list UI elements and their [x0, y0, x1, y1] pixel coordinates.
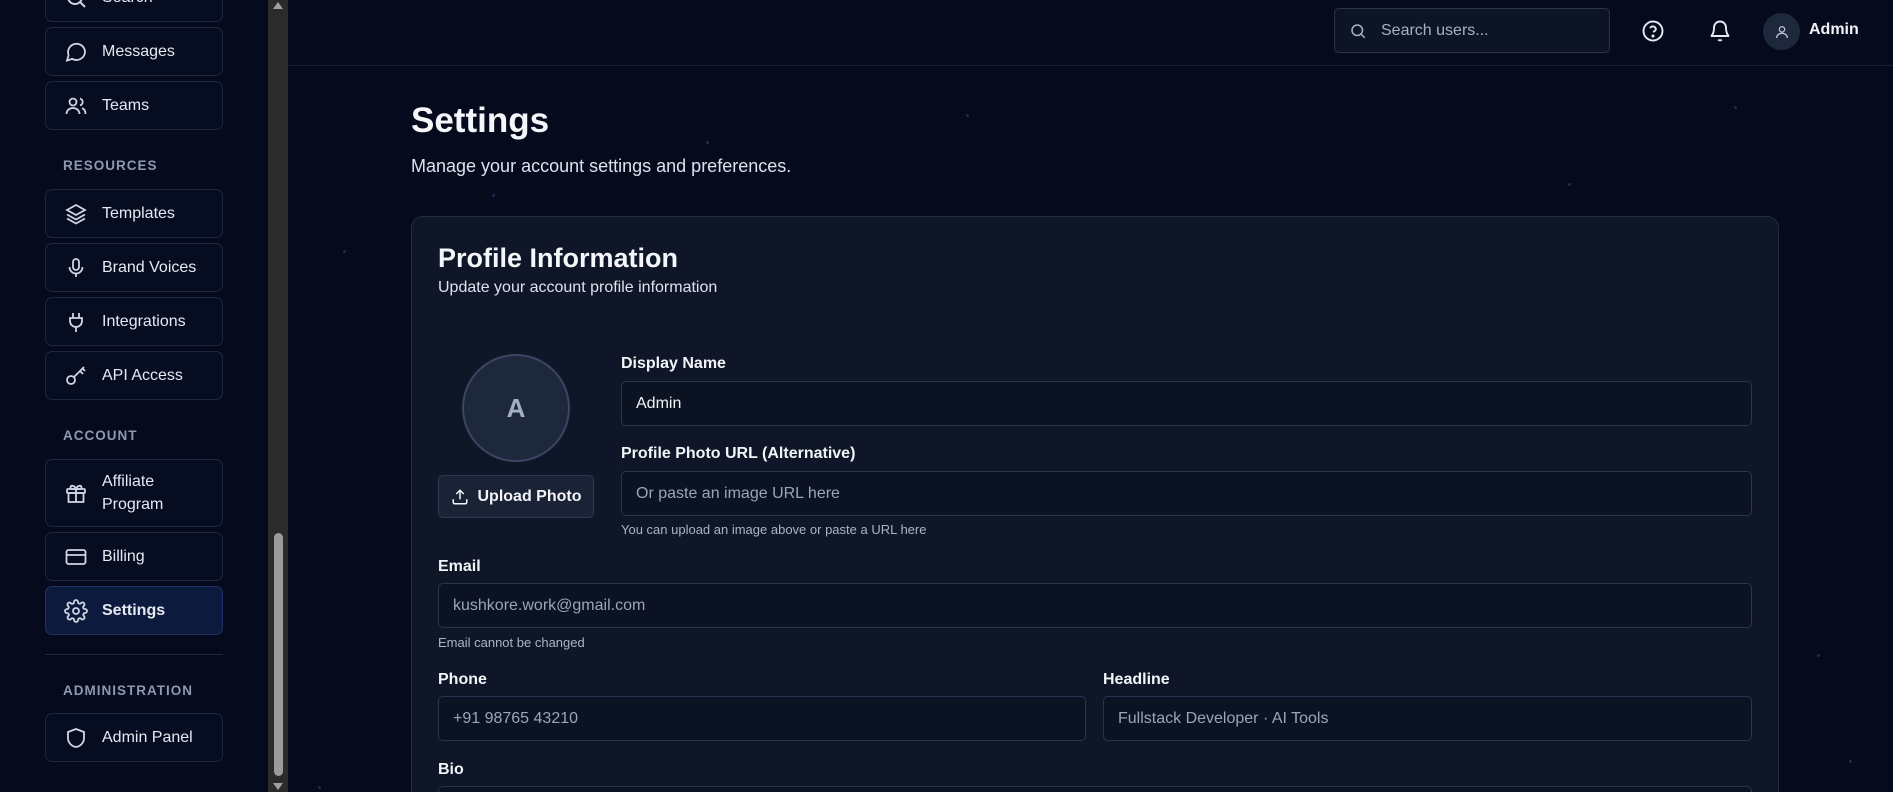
page-subtitle: Manage your account settings and prefere…: [411, 156, 792, 176]
photo-url-hint: You can upload an image above or paste a…: [621, 522, 927, 537]
email-field[interactable]: [438, 583, 1752, 628]
background-star: [1849, 760, 1852, 763]
email-input: [453, 596, 1751, 615]
scrollbar-thumb[interactable]: [274, 533, 283, 776]
key-icon: [64, 364, 88, 388]
profile-avatar: A: [462, 354, 570, 462]
background-star: [492, 194, 495, 197]
scroll-down-arrow-icon[interactable]: [273, 783, 283, 790]
scroll-up-arrow-icon[interactable]: [273, 2, 283, 9]
sidebar-item-label: Messages: [102, 43, 175, 60]
sidebar-item-label: Brand Voices: [102, 259, 197, 276]
sidebar-item-billing[interactable]: Billing: [45, 532, 223, 581]
avatar-initial: A: [506, 392, 526, 423]
sidebar-item-label: Admin Panel: [102, 729, 193, 746]
sidebar-item-label: Settings: [102, 602, 166, 619]
search-box[interactable]: [1334, 8, 1610, 53]
background-star: [966, 114, 969, 117]
layers-icon: [64, 202, 88, 226]
user-name[interactable]: Admin: [1809, 21, 1859, 39]
sidebar-item-templates[interactable]: Templates: [45, 189, 223, 238]
sidebar-divider: [45, 654, 223, 655]
plug-icon: [64, 310, 88, 334]
message-icon: [64, 40, 88, 64]
sidebar-item-label: Search: [102, 0, 153, 9]
upload-icon: [451, 488, 469, 506]
background-star: [343, 250, 346, 253]
sidebar-item-label: Integrations: [102, 313, 186, 330]
display-name-field[interactable]: [621, 381, 1752, 426]
profile-card-title: Profile Information: [438, 243, 679, 273]
headline-label: Headline: [1103, 671, 1170, 688]
user-avatar[interactable]: [1763, 13, 1800, 50]
microphone-icon: [64, 256, 88, 280]
section-title-account: ACCOUNT: [63, 428, 138, 443]
profile-card-subtitle: Update your account profile information: [438, 279, 718, 296]
page-title: Settings: [411, 101, 550, 140]
background-star: [1734, 106, 1737, 109]
bio-field[interactable]: [438, 786, 1752, 792]
section-title-administration: ADMINISTRATION: [63, 683, 193, 698]
sidebar-item-admin-panel[interactable]: Admin Panel: [45, 713, 223, 762]
search-icon: [64, 0, 88, 10]
sidebar-item-settings[interactable]: Settings: [45, 586, 223, 635]
credit-card-icon: [64, 545, 88, 569]
sidebar-item-label: API Access: [102, 367, 183, 384]
sidebar-item-messages[interactable]: Messages: [45, 27, 223, 76]
headline-input[interactable]: [1118, 709, 1751, 728]
photo-url-input[interactable]: [636, 484, 1751, 503]
section-title-resources: RESOURCES: [63, 158, 158, 173]
phone-label: Phone: [438, 671, 487, 688]
users-icon: [64, 94, 88, 118]
sidebar-item-label: Teams: [102, 97, 150, 114]
sidebar-item-brand-voices[interactable]: Brand Voices: [45, 243, 223, 292]
email-hint: Email cannot be changed: [438, 635, 585, 650]
display-name-input[interactable]: [636, 394, 1751, 413]
upload-photo-label: Upload Photo: [477, 487, 582, 505]
search-input[interactable]: [1381, 21, 1601, 40]
sidebar-item-label: Billing: [102, 548, 145, 565]
search-icon: [1349, 22, 1367, 40]
help-icon[interactable]: [1641, 19, 1665, 43]
bell-icon[interactable]: [1708, 19, 1732, 43]
sidebar-item-affiliate-program[interactable]: Affiliate Program: [45, 459, 223, 527]
sidebar-item-label: Affiliate Program: [102, 473, 164, 513]
user-icon: [1775, 25, 1788, 38]
sidebar-item-teams[interactable]: Teams: [45, 81, 223, 130]
display-name-label: Display Name: [621, 355, 726, 372]
photo-url-field[interactable]: [621, 471, 1752, 516]
phone-field[interactable]: [438, 696, 1086, 741]
gear-icon: [64, 598, 88, 623]
sidebar-item-integrations[interactable]: Integrations: [45, 297, 223, 346]
upload-photo-button[interactable]: Upload Photo: [438, 475, 594, 518]
background-star: [1817, 654, 1820, 657]
headline-field[interactable]: [1103, 696, 1752, 741]
background-star: [1568, 183, 1571, 186]
shield-icon: [64, 726, 88, 750]
gift-icon: [64, 481, 88, 505]
bio-label: Bio: [438, 761, 464, 778]
sidebar-scrollbar[interactable]: [268, 0, 288, 792]
sidebar-item-label: Templates: [102, 205, 175, 222]
phone-input[interactable]: [453, 709, 1085, 728]
background-star: [706, 141, 709, 144]
background-star: [318, 786, 321, 789]
email-label: Email: [438, 558, 481, 575]
photo-url-label: Profile Photo URL (Alternative): [621, 445, 856, 462]
sidebar-item-search[interactable]: Search: [45, 0, 223, 22]
sidebar: Search Messages Teams RESOURCES Template…: [0, 0, 268, 792]
sidebar-item-api-access[interactable]: API Access: [45, 351, 223, 400]
